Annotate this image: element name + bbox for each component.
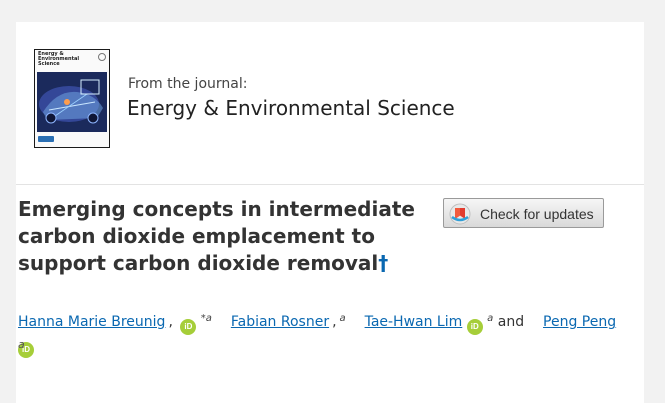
article-title-text: Emerging concepts in intermediate carbon… bbox=[18, 197, 415, 275]
author-link-rosner[interactable]: Fabian Rosner bbox=[231, 314, 329, 330]
author-link-lim[interactable]: Tae-Hwan Lim bbox=[365, 314, 463, 330]
divider bbox=[16, 184, 644, 185]
check-for-updates-label: Check for updates bbox=[480, 206, 594, 222]
cover-artwork bbox=[37, 72, 107, 132]
cover-badge-icon bbox=[98, 53, 106, 61]
authors-and-text: and bbox=[497, 314, 525, 330]
orcid-icon[interactable]: iD bbox=[180, 319, 197, 335]
journal-kicker: From the journal: bbox=[128, 76, 248, 92]
author-marks: *a bbox=[200, 313, 212, 324]
author-list: Hanna Marie Breunig, iD *a Fabian Rosner… bbox=[18, 309, 618, 358]
orcid-icon[interactable]: iD bbox=[466, 319, 483, 335]
author-link-breunig[interactable]: Hanna Marie Breunig bbox=[18, 314, 165, 330]
journal-header: Energy & Environmental Science From the … bbox=[16, 22, 644, 184]
footnote-dagger-link[interactable]: † bbox=[378, 251, 388, 275]
journal-name-link[interactable]: Energy & Environmental Science bbox=[127, 96, 455, 120]
separator: , bbox=[168, 314, 173, 330]
journal-cover-image[interactable]: Energy & Environmental Science bbox=[34, 49, 110, 148]
cover-title: Energy & Environmental Science bbox=[38, 51, 80, 67]
author-link-peng[interactable]: Peng Peng bbox=[543, 314, 616, 330]
author-marks: a bbox=[487, 313, 494, 324]
check-for-updates-button[interactable]: Check for updates bbox=[443, 198, 604, 228]
affiliation-mark: a bbox=[18, 338, 25, 351]
separator: , bbox=[332, 314, 337, 330]
publisher-logo-icon bbox=[38, 136, 54, 142]
author-marks: a bbox=[339, 313, 346, 324]
article-title: Emerging concepts in intermediate carbon… bbox=[18, 196, 428, 277]
crossmark-icon bbox=[449, 203, 471, 225]
